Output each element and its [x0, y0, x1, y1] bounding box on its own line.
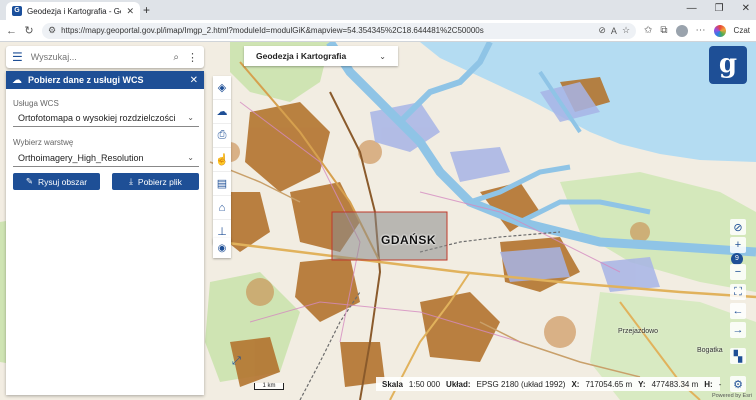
powered-by: Powered by Esri [711, 393, 752, 399]
layer-select-value: Orthoimagery_High_Resolution [18, 152, 144, 163]
clipboard-icon[interactable]: ▤ [213, 172, 231, 196]
home-icon[interactable]: ⌂ [213, 196, 231, 220]
mini-map-icon[interactable]: ▚ [730, 348, 746, 364]
place-label: Przejazdowo [618, 328, 659, 335]
chevron-down-icon: ⌄ [187, 113, 194, 122]
place-label: Bogatka [697, 347, 723, 354]
x-label: X: [571, 379, 580, 389]
camera-icon[interactable]: ◉ [213, 238, 231, 258]
chevron-down-icon: ⌄ [379, 51, 386, 61]
minimize-icon[interactable]: — [687, 3, 697, 14]
layers-icon[interactable]: ◈ [213, 76, 231, 100]
favorite-star-icon[interactable]: ☆ [622, 25, 630, 36]
geoportal-favicon-icon: G [12, 6, 22, 16]
next-view-icon[interactable]: → [730, 322, 746, 338]
back-icon[interactable]: ← [6, 25, 17, 37]
map-toolbar: ◈ ☁ ⎙ ☝ ▤ ⌂ ⊥ [213, 76, 231, 244]
copilot-icon[interactable] [713, 24, 726, 37]
scale-label: Skala [382, 379, 403, 389]
draw-area-label: Rysuj obszar [37, 176, 88, 187]
expand-icon[interactable]: ⤢ [232, 355, 246, 369]
cloud-download-icon: ☁ [12, 74, 22, 86]
geoportal-logo[interactable]: g [709, 46, 747, 84]
service-label: Usługa WCS [13, 99, 59, 108]
browser-tabbar: G Geodezja i Kartografia - Geoportal ✕ +… [0, 0, 756, 20]
no-tracking-icon[interactable]: ⊘ [730, 219, 746, 235]
layer-label: Wybierz warstwę [13, 138, 74, 147]
layer-select[interactable]: Orthoimagery_High_Resolution ⌄ [13, 149, 199, 167]
x-value: 717054.65 m [585, 379, 633, 389]
settings-gear-icon[interactable]: ⚙ [730, 376, 746, 392]
new-tab-icon[interactable]: + [143, 3, 150, 17]
more-icon[interactable]: ⋯ [696, 25, 706, 36]
chevron-down-icon: ⌄ [187, 153, 194, 162]
download-file-label: Pobierz plik [137, 176, 182, 187]
previous-view-icon[interactable]: ← [730, 303, 746, 319]
zoom-in-icon[interactable]: + [730, 237, 746, 253]
download-file-button[interactable]: ⤓ Pobierz plik [112, 173, 199, 190]
y-value: 477483.34 m [651, 379, 699, 389]
omnibox[interactable]: ⚙ https://mapy.geoportal.gov.pl/imap/Img… [42, 22, 637, 39]
more-options-icon[interactable]: ⋮ [187, 51, 198, 64]
collections-icon[interactable]: ⧉ [660, 25, 667, 36]
zoom-out-icon[interactable]: − [730, 264, 746, 280]
service-select[interactable]: Ortofotomapa o wysokiej rozdzielczości ⌄ [13, 109, 199, 127]
basemap-select-value: Geodezja i Kartografia [256, 51, 347, 61]
tracking-prevention-icon[interactable]: ⊘ [598, 25, 606, 36]
tab-title: Geodezja i Kartografia - Geoportal [27, 6, 121, 16]
cloud-icon[interactable]: ☁ [213, 100, 231, 124]
close-icon[interactable]: ✕ [190, 75, 198, 86]
favorites-icon[interactable]: ✩ [644, 25, 652, 36]
pencil-icon: ✎ [25, 176, 33, 186]
status-bar: Skala 1:50 000 Układ: EPSG 2180 (układ 1… [376, 377, 722, 391]
service-select-value: Ortofotomapa o wysokiej rozdzielczości [18, 112, 176, 123]
close-tab-icon[interactable]: ✕ [126, 6, 134, 17]
print-icon[interactable]: ⎙ [213, 124, 231, 148]
basemap-select[interactable]: Geodezja i Kartografia ⌄ [244, 46, 398, 66]
url-text[interactable]: https://mapy.geoportal.gov.pl/imap/Imgp_… [61, 26, 593, 35]
panel-header: ☁ Pobierz dane z usługi WCS ✕ [6, 71, 204, 89]
read-aloud-icon[interactable]: A [611, 26, 617, 36]
reload-icon[interactable]: ↻ [24, 24, 34, 37]
search-bar: ☰ ⌕ ⋮ [6, 46, 204, 68]
hand-icon[interactable]: ☝ [213, 148, 231, 172]
maximize-icon[interactable]: ❐ [715, 3, 724, 14]
wcs-panel: ☁ Pobierz dane z usługi WCS ✕ Usługa WCS… [6, 71, 204, 395]
search-input[interactable] [30, 52, 166, 62]
address-bar: ← ↻ ⚙ https://mapy.geoportal.gov.pl/imap… [0, 20, 756, 42]
window-controls: — ❐ ✕ [687, 3, 750, 14]
profile-avatar[interactable] [675, 24, 688, 37]
browser-tab[interactable]: G Geodezja i Kartografia - Geoportal ✕ [6, 2, 140, 20]
scale-value[interactable]: 1:50 000 [409, 380, 440, 389]
menu-icon[interactable]: ☰ [12, 50, 23, 64]
site-info-icon[interactable]: ⚙ [48, 25, 56, 36]
h-value: - [718, 379, 722, 389]
fullscreen-icon[interactable]: ⛶ [730, 284, 746, 300]
crs-label: Układ: [446, 379, 471, 389]
czat-label[interactable]: Czat [734, 26, 750, 35]
crs-value[interactable]: EPSG 2180 (układ 1992) [477, 380, 566, 389]
h-label: H: [704, 379, 713, 389]
panel-title: Pobierz dane z usługi WCS [28, 75, 144, 85]
y-label: Y: [638, 379, 646, 389]
window-close-icon[interactable]: ✕ [742, 3, 750, 14]
search-icon[interactable]: ⌕ [173, 52, 179, 63]
draw-area-button[interactable]: ✎ Rysuj obszar [13, 173, 100, 190]
scale-bar: 1 km [254, 383, 284, 390]
download-icon: ⤓ [129, 176, 133, 186]
city-label: GDAŃSK [381, 233, 437, 247]
